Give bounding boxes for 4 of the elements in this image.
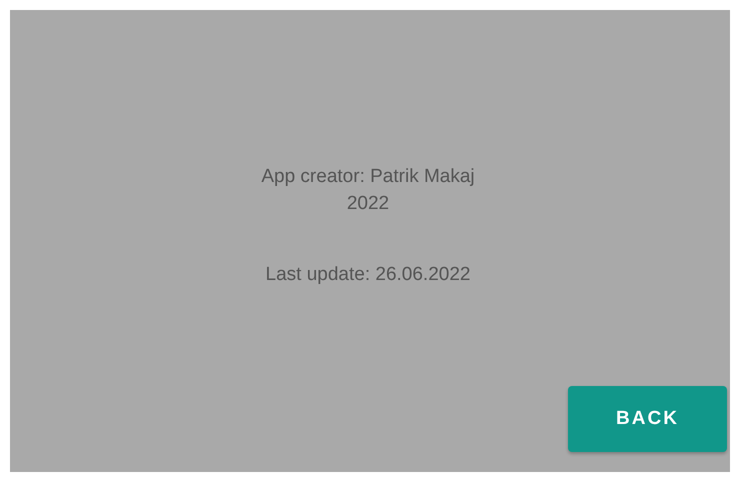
last-update-text: Last update: 26.06.2022 xyxy=(266,263,472,287)
info-text: App creator: Patrik Makaj xyxy=(261,165,476,189)
back-button[interactable]: BACK xyxy=(568,386,727,452)
info-text: 2022 xyxy=(346,192,390,216)
